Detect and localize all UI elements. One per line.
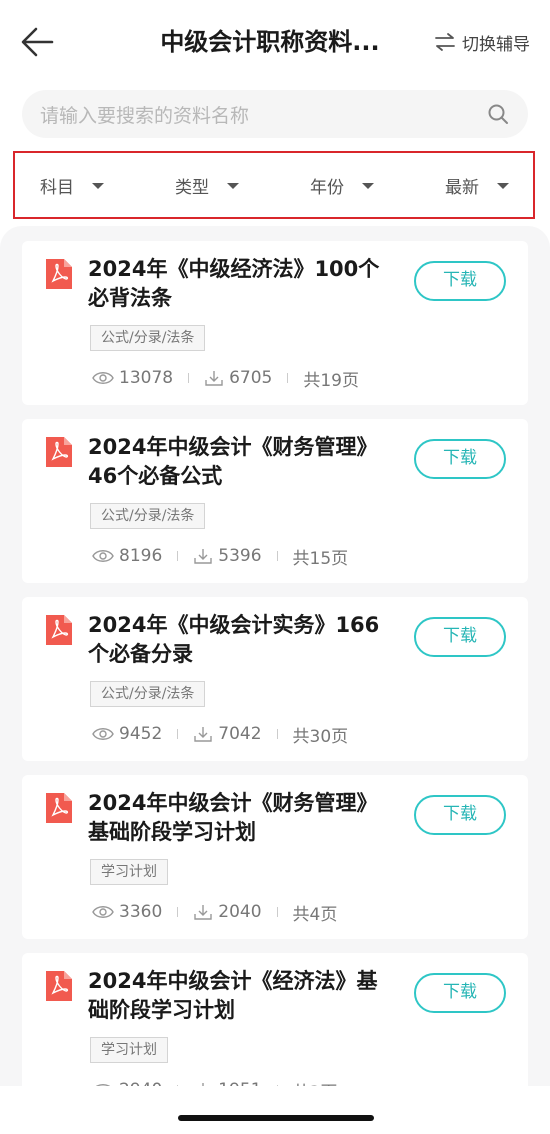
search-icon[interactable] (486, 102, 510, 126)
filter-year[interactable]: 年份 (310, 153, 374, 217)
download-button[interactable]: 下载 (414, 439, 506, 479)
download-count: 6705 (204, 368, 272, 388)
pdf-file-icon (46, 971, 72, 1001)
filter-type[interactable]: 类型 (175, 153, 239, 217)
download-count-value: 1951 (218, 1080, 261, 1086)
page-count: 共15页 (292, 548, 349, 569)
download-count: 5396 (193, 546, 262, 566)
filter-sort-label: 最新 (445, 177, 479, 198)
divider (177, 729, 179, 739)
eye-icon (92, 728, 114, 740)
eye-icon (92, 372, 114, 384)
category-tag: 公式/分录/法条 (90, 681, 206, 707)
page-count: 共4页 (292, 904, 338, 925)
download-icon (194, 727, 212, 742)
divider (276, 907, 278, 917)
document-title: 2024年中级会计《财务管理》基础阶段学习计划 (88, 791, 378, 844)
document-stats: 2940 1951 共3页 (92, 1077, 337, 1086)
document-stats: 8196 5396 共15页 (92, 543, 348, 569)
divider (177, 1085, 179, 1086)
pdf-file-icon (46, 793, 72, 823)
arrow-left-icon (21, 27, 54, 57)
chevron-down-icon (227, 183, 239, 189)
filter-type-label: 类型 (175, 177, 209, 198)
home-indicator[interactable] (178, 1115, 374, 1121)
page-count: 共3页 (293, 1078, 338, 1087)
download-icon (194, 905, 212, 920)
swap-arrows-icon (435, 33, 455, 51)
eye-icon (92, 550, 114, 562)
chevron-down-icon (497, 183, 509, 189)
download-button[interactable]: 下载 (414, 617, 506, 657)
document-stats: 13078 6705 共19页 (92, 365, 359, 391)
download-count-value: 7042 (218, 724, 262, 744)
download-count-value: 5396 (218, 546, 262, 566)
view-count-value: 9452 (119, 724, 163, 744)
category-tag: 公式/分录/法条 (90, 325, 206, 351)
view-count: 8196 (92, 546, 162, 566)
switch-tutoring-label: 切换辅导 (462, 34, 530, 55)
pdf-file-icon (46, 437, 72, 467)
divider (276, 1085, 278, 1086)
document-stats: 3360 2040 共4页 (92, 899, 337, 925)
download-count: 7042 (193, 724, 262, 744)
download-button[interactable]: 下载 (414, 973, 506, 1013)
document-title: 2024年《中级会计实务》166个必备分录 (88, 613, 380, 666)
page-count: 共19页 (303, 370, 359, 391)
document-card[interactable]: 2024年《中级经济法》100个必背法条 下载 公式/分录/法条 13078 6… (22, 241, 528, 405)
filter-bar: 科目 类型 年份 最新 (13, 151, 535, 219)
download-count-value: 2040 (218, 902, 262, 922)
search-input[interactable]: 请输入要搜索的资料名称 (22, 90, 528, 138)
category-tag: 学习计划 (90, 859, 168, 885)
category-tag: 学习计划 (90, 1037, 168, 1063)
view-count: 2940 (92, 1080, 162, 1086)
eye-icon (92, 906, 114, 918)
header-bar: 中级会计职称资料... 切换辅导 (0, 0, 550, 86)
document-card[interactable]: 2024年中级会计《经济法》基础阶段学习计划 下载 学习计划 2940 1951… (22, 953, 528, 1086)
filter-subject[interactable]: 科目 (40, 153, 104, 217)
download-button[interactable]: 下载 (414, 261, 506, 301)
divider (177, 551, 179, 561)
divider (287, 373, 289, 383)
document-card[interactable]: 2024年中级会计《财务管理》46个必备公式 下载 公式/分录/法条 8196 … (22, 419, 528, 583)
filter-year-label: 年份 (310, 177, 344, 198)
chevron-down-icon (92, 183, 104, 189)
page-count: 共30页 (292, 726, 349, 747)
divider (177, 907, 179, 917)
document-title: 2024年中级会计《经济法》基础阶段学习计划 (88, 969, 378, 1022)
download-count-value: 6705 (229, 368, 273, 388)
view-count-value: 13078 (119, 368, 174, 388)
view-count-value: 2940 (119, 1080, 162, 1086)
pdf-file-icon (46, 615, 72, 645)
pdf-file-icon (46, 259, 72, 289)
view-count-value: 8196 (119, 546, 163, 566)
view-count: 3360 (92, 902, 162, 922)
download-icon (194, 549, 212, 564)
download-icon (202, 1083, 204, 1086)
category-tag: 公式/分录/法条 (90, 503, 206, 529)
divider (276, 729, 278, 739)
filter-subject-label: 科目 (40, 177, 74, 198)
divider (276, 551, 278, 561)
divider (188, 373, 190, 383)
document-title: 2024年《中级经济法》100个必背法条 (88, 257, 380, 310)
view-count-value: 3360 (119, 902, 163, 922)
download-button[interactable]: 下载 (414, 795, 506, 835)
download-count: 2040 (193, 902, 262, 922)
filter-sort[interactable]: 最新 (445, 153, 509, 217)
document-card[interactable]: 2024年《中级会计实务》166个必备分录 下载 公式/分录/法条 9452 7… (22, 597, 528, 761)
chevron-down-icon (362, 183, 374, 189)
eye-icon (96, 1084, 110, 1086)
search-placeholder: 请输入要搜索的资料名称 (40, 104, 250, 127)
download-icon (205, 371, 223, 386)
view-count: 9452 (92, 724, 162, 744)
download-count: 1951 (193, 1080, 262, 1086)
switch-tutoring-button[interactable]: 切换辅导 (434, 26, 530, 58)
back-button[interactable] (18, 24, 58, 60)
document-card[interactable]: 2024年中级会计《财务管理》基础阶段学习计划 下载 学习计划 3360 204… (22, 775, 528, 939)
page-title: 中级会计职称资料... (160, 28, 380, 56)
view-count: 13078 (92, 368, 173, 388)
document-title: 2024年中级会计《财务管理》46个必备公式 (88, 435, 378, 488)
document-stats: 9452 7042 共30页 (92, 721, 348, 747)
